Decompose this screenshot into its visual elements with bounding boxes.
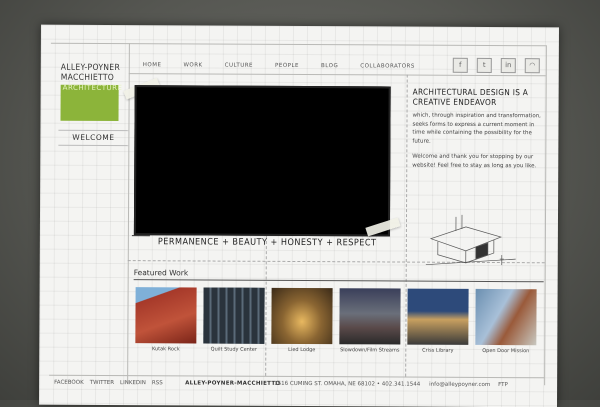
featured-item[interactable]: Criss Library [407,288,469,355]
footer-email-link[interactable]: info@alleypoyner.com [429,382,490,388]
nav-blog[interactable]: BLOG [321,63,338,69]
nav-bottom-rule [128,73,546,77]
featured-item[interactable]: Kutak Rock [135,287,197,353]
project-caption: Slowdown/Film Streams [340,347,400,354]
project-caption: Quilt Study Center [210,346,257,353]
nav-culture[interactable]: CULTURE [225,63,253,69]
rss-icon[interactable]: ◠ [524,58,540,74]
logo-line-1: ALLEY-POYNER [60,62,121,74]
project-thumbnail [407,288,469,345]
project-caption: Lied Lodge [288,346,316,354]
sidebar-item-welcome[interactable]: WELCOME [58,129,129,147]
featured-item[interactable]: Quilt Study Center [203,287,265,354]
hero-slideshow[interactable] [133,85,391,237]
footer-link-linkedin[interactable]: LINKEDIN [120,380,146,386]
facebook-icon[interactable]: f [452,57,468,73]
nav-collaborators[interactable]: COLLABORATORS [360,63,415,69]
logo[interactable]: ALLEY-POYNER MACCHIETTO ARCHITECTURE [60,62,125,122]
headline-line-2: CREATIVE ENDEAVOR [412,96,497,108]
project-caption: Kutak Rock [151,346,180,353]
nav-home[interactable]: HOME [143,62,162,68]
project-thumbnail [271,287,333,345]
featured-rule [133,279,544,283]
headline: ARCHITECTURAL DESIGN IS A CREATIVE ENDEA… [413,87,553,108]
nav-people[interactable]: PEOPLE [275,63,299,69]
project-caption: Open Door Mission [482,347,530,355]
intro-text: which, through inspiration and transform… [412,112,541,145]
footer-link-twitter[interactable]: TWITTER [90,380,114,386]
footer-link-facebook[interactable]: FACEBOOK [54,380,84,386]
welcome-text: Welcome and thank you for stopping by ou… [412,153,537,169]
headline-line-1: ARCHITECTURAL DESIGN IS A [412,86,529,98]
project-caption: Criss Library [422,347,454,354]
featured-title: Featured Work [133,268,189,278]
footer-social-links: FACEBOOK TWITTER LINKEDIN RSS [54,380,163,387]
main-nav: HOME WORK CULTURE PEOPLE BLOG COLLABORAT… [143,62,437,70]
footer-rule [49,374,545,379]
logo-line-2: MACCHIETTO [60,72,115,84]
linkedin-icon[interactable]: in [500,58,516,74]
arrow-decoration [131,235,150,237]
footer-ftp-link[interactable]: FTP [498,382,508,388]
featured-item[interactable]: Slowdown/Film Streams [339,288,401,354]
twitter-icon[interactable]: t [476,57,492,74]
footer: FACEBOOK TWITTER LINKEDIN RSS ALLEY-POYN… [54,380,544,393]
header-rule [50,42,546,47]
project-thumbnail [135,287,197,344]
footer-link-rss[interactable]: RSS [152,380,163,386]
project-thumbnail [475,288,537,346]
featured-item[interactable]: Open Door Mission [475,288,537,355]
project-thumbnail [339,288,401,345]
nav-work[interactable]: WORK [183,62,202,68]
footer-address: 1516 CUMING ST. OMAHA, NE 68102 • 402.34… [274,380,421,388]
featured-gallery: Kutak Rock Quilt Study Center Lied Lodge… [135,287,537,355]
featured-item[interactable]: Lied Lodge [271,287,333,354]
project-thumbnail [203,287,265,344]
sidebar-item-label: WELCOME [72,132,115,143]
page-sheet: ALLEY-POYNER MACCHIETTO ARCHITECTURE WEL… [39,24,559,407]
logo-line-3: ARCHITECTURE [62,83,123,93]
tagline: PERMANENCE + BEAUTY + HONESTY + RESPECT [157,237,377,249]
social-icons: f t in ◠ [452,57,540,74]
footer-company-name: ALLEY-POYNER-MACCHIETTO [185,380,281,387]
building-sketch [425,214,516,266]
